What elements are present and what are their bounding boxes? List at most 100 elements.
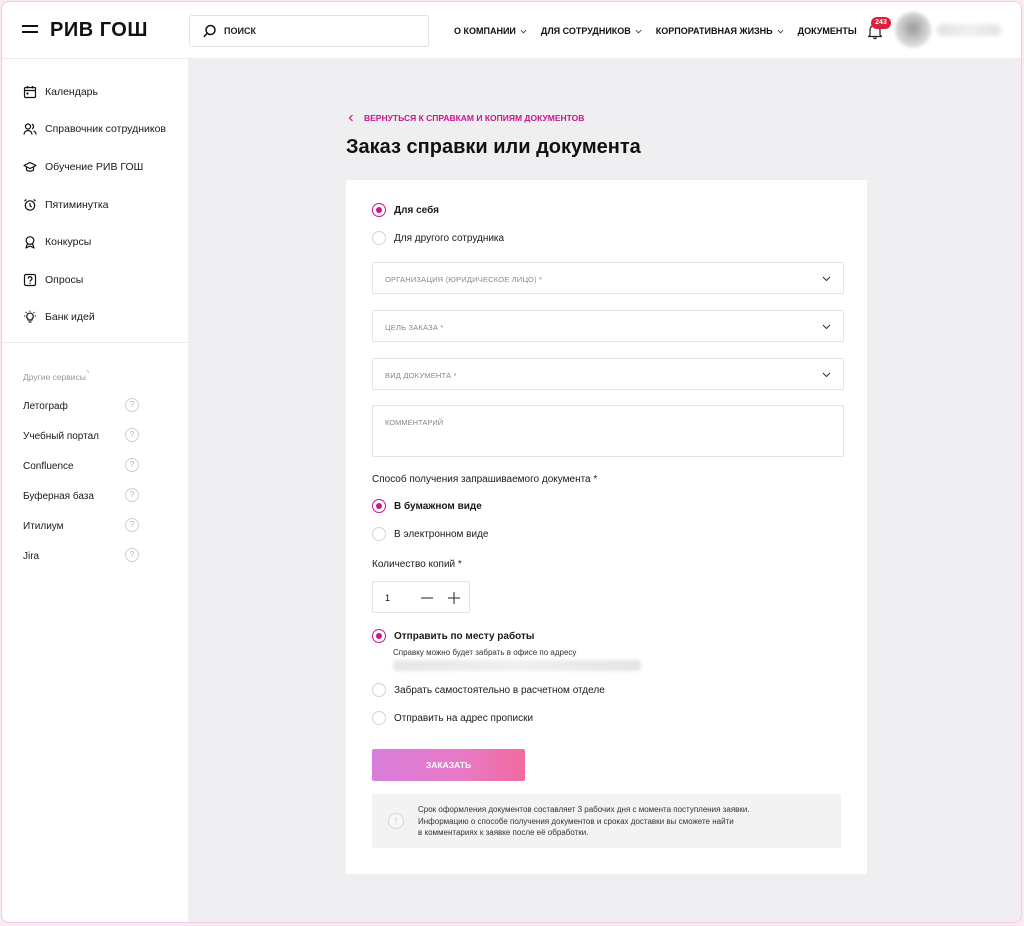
question-icon[interactable]: ? bbox=[125, 428, 139, 442]
service-item-letograf[interactable]: Летограф ? bbox=[2, 391, 188, 421]
sidebar-item-label: Пятиминутка bbox=[45, 198, 109, 211]
service-item-learning-portal[interactable]: Учебный портал ? bbox=[2, 421, 188, 451]
sidebar-item-label: Справочник сотрудников bbox=[45, 123, 166, 136]
sidebar-item-contests[interactable]: Конкурсы bbox=[2, 223, 188, 261]
radio-label: Забрать самостоятельно в расчетном отдел… bbox=[394, 684, 605, 696]
info-line: Информацию о способе получения документо… bbox=[418, 816, 734, 826]
search-input[interactable]: ПОИСК bbox=[189, 15, 429, 47]
radio-label: Для себя bbox=[394, 204, 439, 216]
avatar[interactable] bbox=[895, 12, 931, 48]
radio-button[interactable] bbox=[372, 203, 386, 217]
select-placeholder: ВИД ДОКУМЕНТА * bbox=[385, 371, 457, 380]
radio-send-to-registration-address[interactable]: Отправить на адрес прописки bbox=[372, 711, 533, 725]
nav-item-employees[interactable]: ДЛЯ СОТРУДНИКОВ bbox=[541, 26, 642, 36]
search-icon bbox=[203, 24, 216, 38]
address-blurred bbox=[393, 660, 641, 671]
receive-method-label: Способ получения запрашиваемого документ… bbox=[372, 474, 598, 485]
service-label: Jira bbox=[23, 550, 40, 562]
other-services-label: Другие сервисы bbox=[23, 371, 86, 382]
back-link[interactable]: ВЕРНУТЬСЯ К СПРАВКАМ И КОПИЯМ ДОКУМЕНТОВ bbox=[347, 113, 584, 123]
question-icon[interactable]: ? bbox=[125, 518, 139, 532]
plus-icon[interactable] bbox=[446, 590, 462, 606]
question-icon[interactable]: ? bbox=[125, 398, 139, 412]
notification-badge: 243 bbox=[871, 17, 891, 29]
purpose-select[interactable]: ЦЕЛЬ ЗАКАЗА * bbox=[372, 310, 844, 342]
info-icon: ! bbox=[388, 813, 404, 829]
comment-textarea[interactable]: КОММЕНТАРИЙ bbox=[372, 405, 844, 457]
back-link-label: ВЕРНУТЬСЯ К СПРАВКАМ И КОПИЯМ ДОКУМЕНТОВ bbox=[364, 113, 585, 123]
document-type-select[interactable]: ВИД ДОКУМЕНТА * bbox=[372, 358, 844, 390]
chevron-down-icon bbox=[777, 29, 784, 33]
sidebar-item-ideas[interactable]: Банк идей bbox=[2, 299, 188, 337]
copies-value: 1 bbox=[385, 593, 391, 603]
radio-label: В бумажном виде bbox=[394, 500, 482, 512]
chevron-down-icon bbox=[822, 324, 831, 330]
order-button[interactable]: ЗАКАЗАТЬ bbox=[372, 749, 525, 781]
user-name-blurred bbox=[937, 24, 1001, 36]
radio-button[interactable] bbox=[372, 711, 386, 725]
question-square-icon bbox=[23, 273, 37, 286]
other-services-list: Летограф ? Учебный портал ? Confluence ?… bbox=[2, 391, 188, 571]
question-icon[interactable]: ? bbox=[125, 488, 139, 502]
chevron-down-icon bbox=[635, 29, 642, 33]
nav-item-documents[interactable]: ДОКУМЕНТЫ bbox=[798, 26, 857, 36]
nav-item-corporate-life[interactable]: КОРПОРАТИВНАЯ ЖИЗНЬ bbox=[656, 26, 784, 36]
radio-button[interactable] bbox=[372, 527, 386, 541]
radio-for-other-employee[interactable]: Для другого сотрудника bbox=[372, 231, 504, 245]
radio-send-to-workplace[interactable]: Отправить по месту работы bbox=[372, 629, 534, 643]
info-notice: ! Срок оформления документов составляет … bbox=[372, 794, 841, 848]
delivery-hint: Справку можно будет забрать в офисе по а… bbox=[393, 648, 577, 657]
service-label: Буферная база bbox=[23, 490, 94, 502]
radio-button[interactable] bbox=[372, 499, 386, 513]
minus-icon[interactable] bbox=[419, 590, 435, 606]
chevron-down-icon bbox=[520, 29, 527, 33]
select-placeholder: ОРГАНИЗАЦИЯ (ЮРИДИЧЕСКОЕ ЛИЦО) * bbox=[385, 275, 543, 284]
nav-label: ДОКУМЕНТЫ bbox=[797, 26, 857, 36]
nav-label: О КОМПАНИИ bbox=[454, 26, 516, 36]
sidebar-item-surveys[interactable]: Опросы bbox=[2, 261, 188, 299]
sidebar-item-directory[interactable]: Справочник сотрудников bbox=[2, 111, 188, 149]
radio-button[interactable] bbox=[372, 683, 386, 697]
external-link-icon: ⌝ bbox=[85, 371, 90, 378]
service-item-itilium[interactable]: Итилиум ? bbox=[2, 511, 188, 541]
chevron-left-icon bbox=[348, 114, 353, 122]
radio-label: Отправить по месту работы bbox=[394, 630, 535, 642]
nav-item-about[interactable]: О КОМПАНИИ bbox=[454, 26, 527, 36]
radio-pickup-accounting[interactable]: Забрать самостоятельно в расчетном отдел… bbox=[372, 683, 605, 697]
sidebar-item-label: Банк идей bbox=[45, 311, 95, 324]
textarea-placeholder: КОММЕНТАРИЙ bbox=[385, 418, 444, 427]
award-icon bbox=[25, 236, 35, 249]
question-icon[interactable]: ? bbox=[125, 458, 139, 472]
question-icon[interactable]: ? bbox=[125, 548, 139, 562]
sidebar-item-training[interactable]: Обучение РИВ ГОШ bbox=[2, 148, 188, 186]
info-text: Срок оформления документов составляет 3 … bbox=[418, 804, 828, 839]
service-label: Летограф bbox=[23, 400, 68, 412]
radio-label: Отправить на адрес прописки bbox=[394, 712, 534, 724]
app-window: РИВ ГОШ ПОИСК О КОМПАНИИ ДЛЯ СОТРУДНИКОВ… bbox=[1, 1, 1022, 923]
logo[interactable]: РИВ ГОШ bbox=[50, 19, 148, 42]
radio-electronic[interactable]: В электронном виде bbox=[372, 527, 488, 541]
service-item-confluence[interactable]: Confluence ? bbox=[2, 451, 188, 481]
other-services-title[interactable]: Другие сервисы⌝ bbox=[23, 370, 89, 382]
page-title: Заказ справки или документа bbox=[346, 136, 641, 158]
radio-for-self[interactable]: Для себя bbox=[372, 203, 439, 217]
people-icon bbox=[23, 123, 37, 135]
service-label: Confluence bbox=[23, 460, 74, 472]
menu-icon[interactable] bbox=[22, 25, 38, 37]
sidebar-item-five-minute[interactable]: Пятиминутка bbox=[2, 186, 188, 224]
service-item-jira[interactable]: Jira ? bbox=[2, 541, 188, 571]
sidebar-item-label: Календарь bbox=[45, 85, 98, 98]
sidebar-item-label: Опросы bbox=[45, 273, 84, 286]
copies-stepper[interactable]: 1 bbox=[372, 581, 470, 613]
service-item-buffer-base[interactable]: Буферная база ? bbox=[2, 481, 188, 511]
select-placeholder: ЦЕЛЬ ЗАКАЗА * bbox=[385, 323, 444, 332]
sidebar-item-calendar[interactable]: Календарь bbox=[2, 73, 188, 111]
graduation-cap-icon bbox=[23, 161, 37, 172]
radio-paper[interactable]: В бумажном виде bbox=[372, 499, 482, 513]
radio-button[interactable] bbox=[372, 629, 386, 643]
organization-select[interactable]: ОРГАНИЗАЦИЯ (ЮРИДИЧЕСКОЕ ЛИЦО) * bbox=[372, 262, 844, 294]
sidebar: Календарь Справочник сотрудников Обучени… bbox=[2, 59, 188, 922]
service-label: Учебный портал bbox=[23, 430, 99, 442]
radio-button[interactable] bbox=[372, 231, 386, 245]
nav-label: ДЛЯ СОТРУДНИКОВ bbox=[540, 26, 631, 36]
